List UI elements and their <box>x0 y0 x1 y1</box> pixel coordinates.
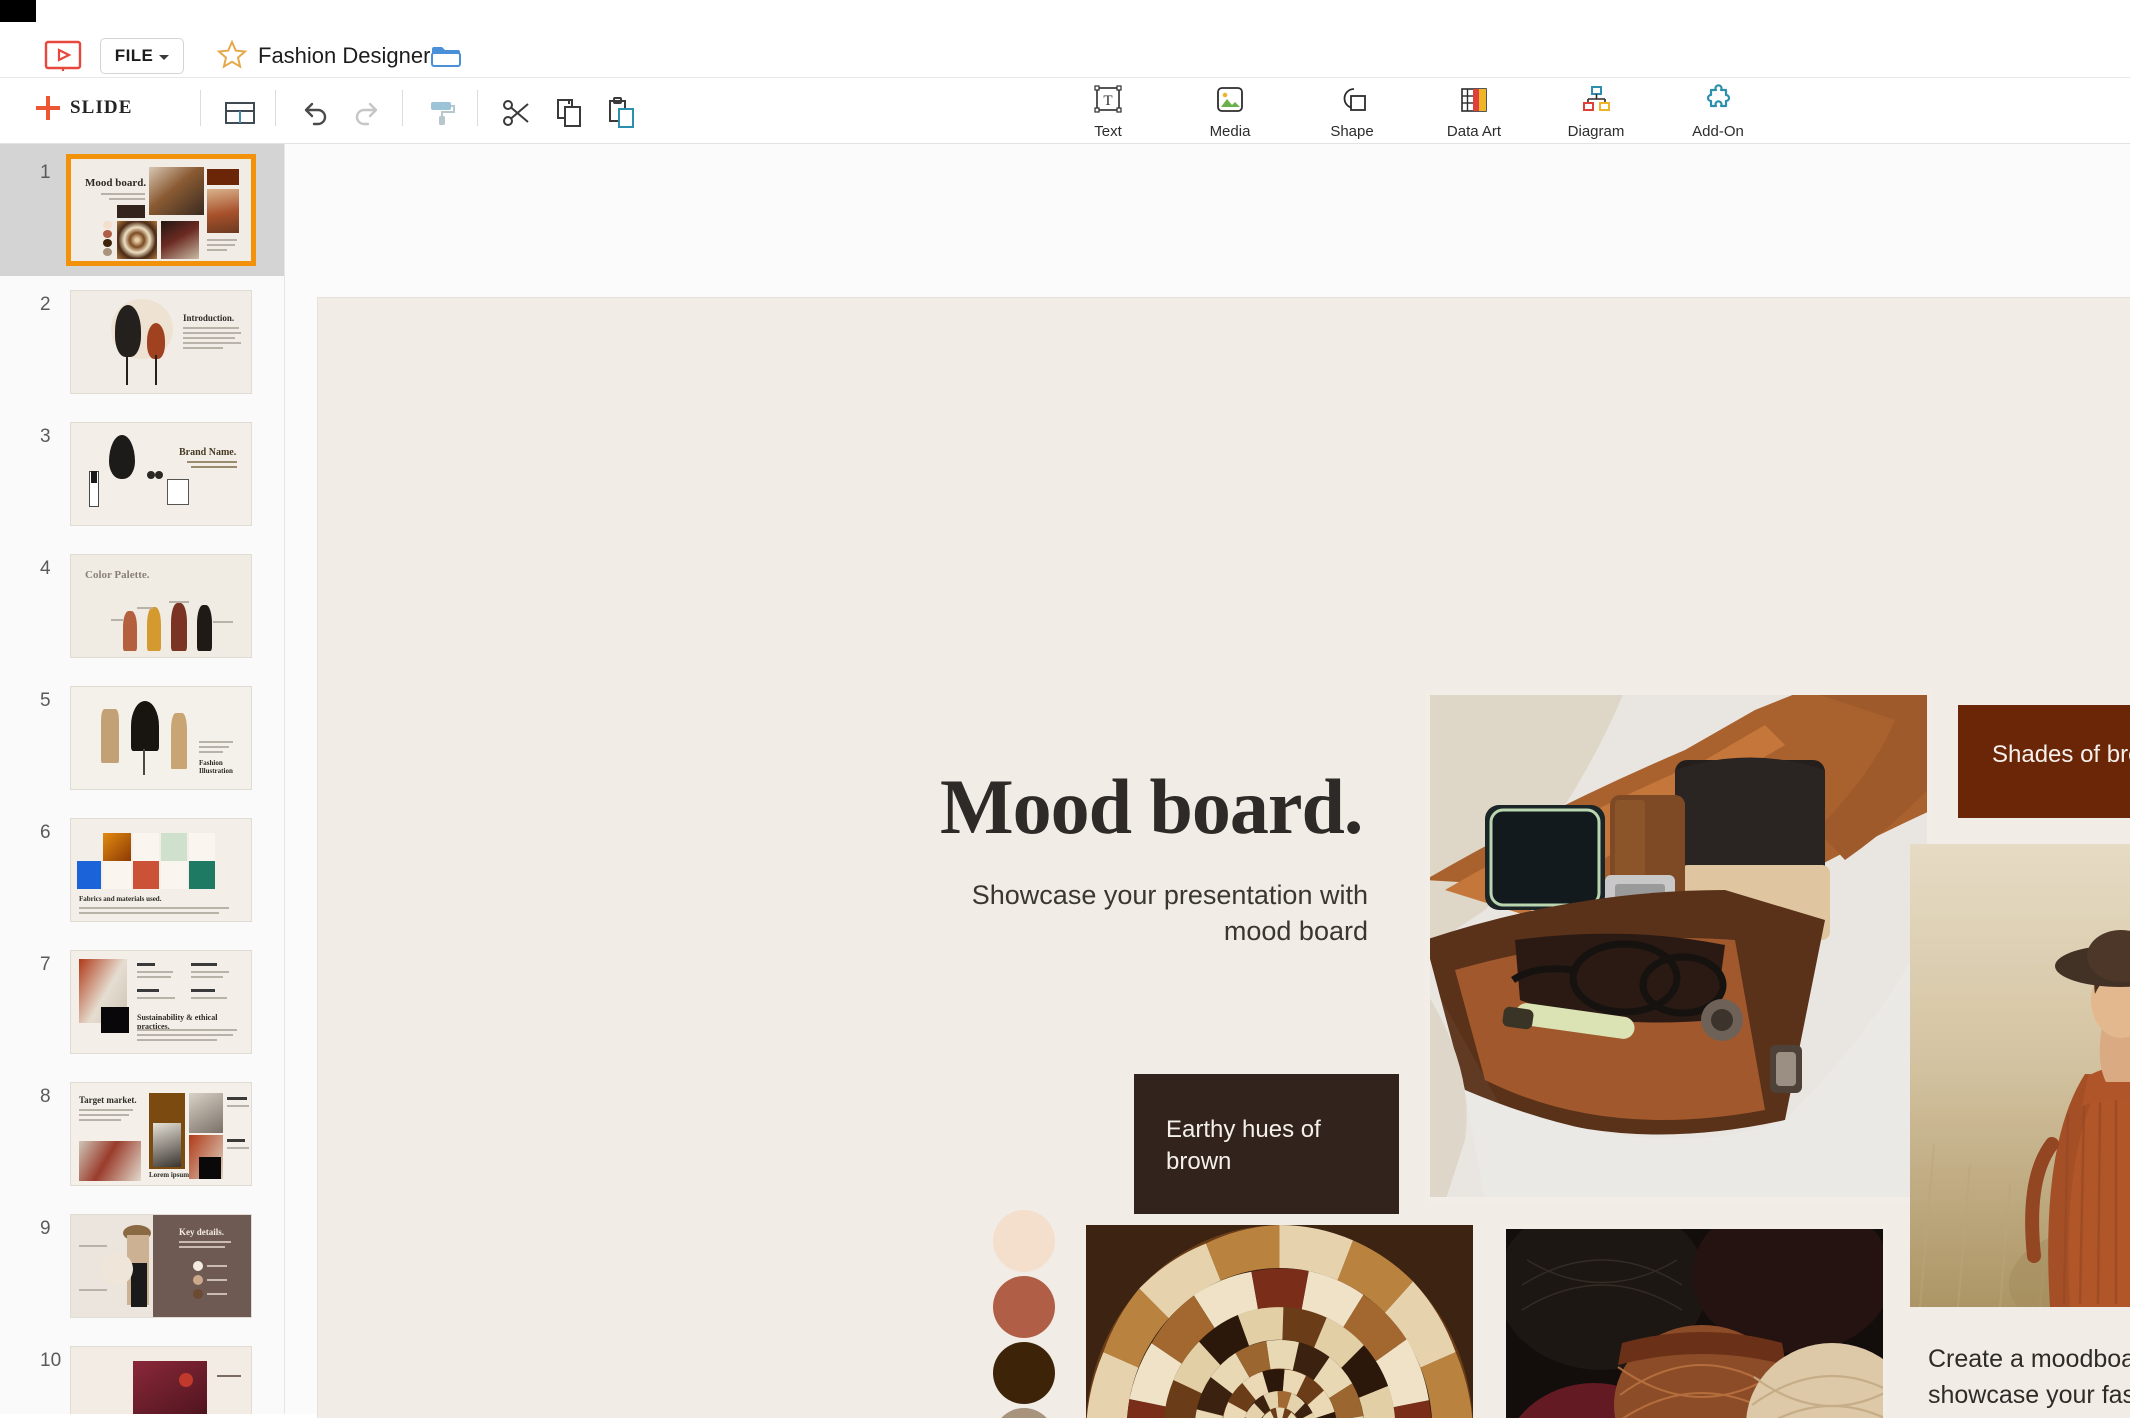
slide-thumbnail-7[interactable]: 7 Sustainability & ethical practices. <box>0 936 284 1068</box>
insert-media-label: Media <box>1209 123 1251 140</box>
insert-addon-button[interactable]: Add-On <box>1680 78 1756 144</box>
slide-editor-canvas[interactable]: Mood board. Showcase your presentation w… <box>318 298 2130 1418</box>
layout-icon[interactable] <box>223 96 257 130</box>
shades-of-brown-text: Shades of brown <box>1992 741 2130 768</box>
slide-thumbnail-2[interactable]: 2 Introduction. <box>0 276 284 408</box>
presentation-logo-icon[interactable] <box>42 38 84 72</box>
folder-icon[interactable] <box>430 43 462 69</box>
model-photo[interactable] <box>1910 844 2130 1307</box>
top-menu-bar: FILE Fashion Designer <box>0 0 2130 78</box>
slide-thumbnail-8[interactable]: 8 Target market. Lorem ipsum <box>0 1068 284 1200</box>
toolbar-divider <box>275 90 276 126</box>
redo-icon <box>350 96 384 130</box>
window-corner-mark <box>0 0 36 22</box>
toolbar-divider <box>402 90 403 126</box>
insert-text-label: Text <box>1094 123 1122 140</box>
slide-number: 7 <box>40 954 51 975</box>
plus-icon <box>36 96 60 120</box>
slide-thumbnail-4[interactable]: 4 Color Palette. <box>0 540 284 672</box>
toolbar-divider <box>477 90 478 126</box>
color-swatch-1[interactable] <box>993 1210 1055 1272</box>
insert-diagram-button[interactable]: Diagram <box>1558 78 1634 144</box>
color-swatch-2[interactable] <box>993 1276 1055 1338</box>
handbag-photo[interactable] <box>1425 690 1932 1202</box>
slide-thumbnail-3[interactable]: 3 Brand Name. <box>0 408 284 540</box>
insert-media-button[interactable]: Media <box>1192 78 1268 144</box>
file-menu-label: FILE <box>114 46 154 65</box>
paste-icon[interactable] <box>604 96 638 130</box>
slide-thumbnail-9[interactable]: 9 Key details. <box>0 1200 284 1332</box>
slide-thumbnail-preview <box>70 1346 252 1414</box>
diagram-hierarchy-icon <box>1578 82 1614 118</box>
toolbar-divider <box>200 90 201 126</box>
slide-thumbnail-preview: Introduction. <box>70 290 252 394</box>
slide-thumbnail-preview: Key details. <box>70 1214 252 1318</box>
insert-text-button[interactable]: T Text <box>1070 78 1146 144</box>
image-media-icon <box>1212 82 1248 118</box>
chevron-down-icon <box>159 54 170 60</box>
mosaic-photo[interactable] <box>1086 1225 1473 1418</box>
svg-text:T: T <box>1103 93 1112 109</box>
slide-number: 9 <box>40 1218 51 1239</box>
slide-thumbnail-5[interactable]: 5 Fashion Illustration <box>0 672 284 804</box>
slide-subtitle[interactable]: Showcase your presentation with mood boa… <box>938 878 1368 950</box>
slide-thumbnail-10[interactable]: 10 <box>0 1332 284 1414</box>
star-icon[interactable] <box>215 38 249 72</box>
insert-data-art-button[interactable]: Data Art <box>1436 78 1512 144</box>
slide-number: 2 <box>40 294 51 315</box>
slide-number: 3 <box>40 426 51 447</box>
slide-title[interactable]: Mood board. <box>940 768 1363 846</box>
slide-thumbnail-preview: Fabrics and materials used. <box>70 818 252 922</box>
undo-icon[interactable] <box>298 96 332 130</box>
slide-thumbnail-preview: Target market. Lorem ipsum <box>70 1082 252 1186</box>
slide-thumbnail-preview: Sustainability & ethical practices. <box>70 950 252 1054</box>
slide-thumbnail-6[interactable]: 6 Fabrics and materials used. <box>0 804 284 936</box>
add-slide-label: SLIDE <box>70 97 133 118</box>
insert-shape-label: Shape <box>1330 123 1374 140</box>
insert-addon-label: Add-On <box>1692 123 1744 140</box>
page-title[interactable]: Fashion Designer <box>258 43 430 69</box>
text-box-icon: T <box>1090 82 1126 118</box>
insert-toolbar: T Text Media Shape Data Art Diagram Add-… <box>1070 78 1756 144</box>
slide-number: 8 <box>40 1086 51 1107</box>
slide-number: 10 <box>40 1350 62 1371</box>
slide-thumbnail-1[interactable]: 1 Mood board. <box>0 144 284 276</box>
slide-number: 1 <box>40 162 51 183</box>
slide-thumbnail-panel[interactable]: 1 Mood board. 2 Introduction. 3 Brand Na… <box>0 144 285 1414</box>
cut-scissors-icon[interactable] <box>500 96 534 130</box>
insert-data-art-label: Data Art <box>1446 123 1502 140</box>
slide-canvas-area: Mood board. Showcase your presentation w… <box>285 144 2130 1418</box>
insert-shape-button[interactable]: Shape <box>1314 78 1390 144</box>
earthy-hues-text: Earthy hues of brown <box>1166 1116 1321 1176</box>
slide-thumbnail-preview: Color Palette. <box>70 554 252 658</box>
file-menu-button[interactable]: FILE <box>100 38 184 74</box>
slide-caption[interactable]: Create a moodboard to showcase your fash… <box>1928 1342 2130 1418</box>
yarn-photo[interactable] <box>1502 1225 1887 1418</box>
shape-circle-square-icon <box>1334 82 1370 118</box>
puzzle-piece-icon <box>1700 82 1736 118</box>
slide-thumbnail-preview: Brand Name. <box>70 422 252 526</box>
slide-number: 5 <box>40 690 51 711</box>
format-painter-icon <box>425 96 459 130</box>
color-swatch-group <box>993 1210 1063 1418</box>
shades-of-brown-label[interactable]: Shades of brown <box>1958 705 2130 818</box>
add-slide-button[interactable]: SLIDE <box>36 96 133 120</box>
color-swatch-3[interactable] <box>993 1342 1055 1404</box>
slide-number: 4 <box>40 558 51 579</box>
color-swatch-4[interactable] <box>993 1408 1055 1418</box>
data-art-grid-icon <box>1456 82 1492 118</box>
slide-thumbnail-preview: Fashion Illustration <box>70 686 252 790</box>
slide-thumbnail-preview: Mood board. <box>66 154 256 266</box>
insert-diagram-label: Diagram <box>1567 123 1625 140</box>
copy-icon[interactable] <box>552 96 586 130</box>
slide-number: 6 <box>40 822 51 843</box>
earthy-hues-label[interactable]: Earthy hues of brown <box>1134 1074 1399 1214</box>
